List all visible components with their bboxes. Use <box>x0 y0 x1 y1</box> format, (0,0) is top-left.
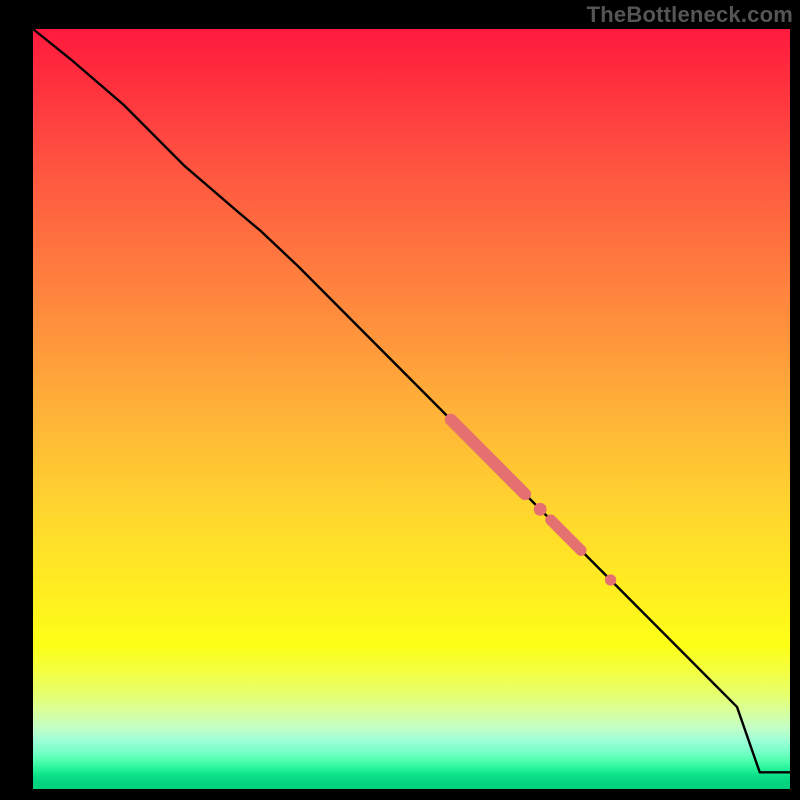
plot-area <box>33 29 790 789</box>
chart-root: TheBottleneck.com <box>0 0 800 800</box>
watermark-text: TheBottleneck.com <box>587 2 793 28</box>
